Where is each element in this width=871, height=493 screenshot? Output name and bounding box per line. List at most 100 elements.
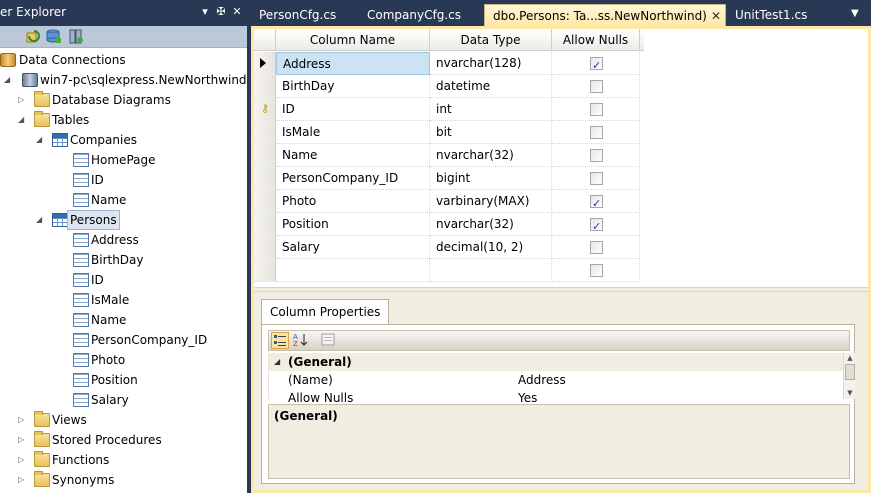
expand-icon[interactable]: ▷ bbox=[18, 410, 28, 430]
collapse-icon[interactable]: ◢ bbox=[36, 130, 46, 150]
allow-nulls-checkbox[interactable] bbox=[590, 149, 603, 162]
property-category-general[interactable]: ◢ (General) bbox=[269, 353, 844, 371]
folder-icon bbox=[34, 431, 50, 447]
allow-nulls-cell bbox=[552, 144, 640, 167]
data-type-cell[interactable]: nvarchar(128) bbox=[430, 52, 552, 75]
column-icon bbox=[73, 353, 89, 367]
close-tab-icon[interactable]: ✕ bbox=[711, 5, 721, 27]
tree-node-label: Position bbox=[91, 373, 138, 387]
categorized-icon[interactable] bbox=[271, 332, 289, 349]
column-properties-tab[interactable]: Column Properties bbox=[261, 299, 390, 325]
data-type-cell[interactable]: varbinary(MAX) bbox=[430, 190, 552, 213]
allow-nulls-checkbox[interactable] bbox=[590, 241, 603, 254]
close-panel-icon[interactable]: ✕ bbox=[230, 4, 244, 20]
grid-row[interactable]: BirthDay datetime bbox=[254, 75, 644, 98]
column-name-cell[interactable]: Salary bbox=[276, 236, 430, 259]
data-type-cell[interactable] bbox=[430, 259, 552, 282]
row-selector[interactable] bbox=[254, 259, 276, 282]
tree-node-label: Database Diagrams bbox=[52, 93, 171, 107]
tree-node-label: Salary bbox=[91, 393, 129, 407]
table-icon bbox=[52, 133, 68, 147]
data-type-cell[interactable]: int bbox=[430, 98, 552, 121]
data-type-cell[interactable]: bit bbox=[430, 121, 552, 144]
column-name-cell[interactable]: Name bbox=[276, 144, 430, 167]
auto-hide-pin-icon[interactable]: ✠ bbox=[214, 4, 228, 20]
expand-icon[interactable]: ▷ bbox=[18, 430, 28, 450]
refresh-icon[interactable] bbox=[26, 29, 42, 44]
row-selector[interactable] bbox=[254, 213, 276, 236]
grid-row[interactable]: Name nvarchar(32) bbox=[254, 144, 644, 167]
alphabetical-icon[interactable]: AZ bbox=[291, 332, 309, 349]
property-row-name[interactable]: (Name) Address bbox=[269, 371, 844, 389]
row-selector[interactable] bbox=[254, 144, 276, 167]
allow-nulls-checkbox[interactable] bbox=[590, 264, 603, 277]
grid-row[interactable] bbox=[254, 259, 644, 282]
collapse-category-icon[interactable]: ◢ bbox=[274, 353, 280, 371]
row-selector[interactable] bbox=[254, 190, 276, 213]
expand-icon[interactable]: ▷ bbox=[18, 450, 28, 470]
column-name-cell[interactable]: BirthDay bbox=[276, 75, 430, 98]
data-type-cell[interactable]: decimal(10, 2) bbox=[430, 236, 552, 259]
connect-to-database-icon[interactable] bbox=[46, 29, 62, 44]
column-name-cell[interactable] bbox=[276, 259, 430, 282]
collapse-icon[interactable]: ◢ bbox=[4, 70, 14, 90]
allow-nulls-cell bbox=[552, 98, 640, 121]
scroll-thumb[interactable] bbox=[845, 364, 855, 380]
grid-row[interactable]: Salary decimal(10, 2) bbox=[254, 236, 644, 259]
grid-row[interactable]: PersonCompany_ID bigint bbox=[254, 167, 644, 190]
allow-nulls-checkbox[interactable] bbox=[590, 80, 603, 93]
tab-dbo-persons[interactable]: dbo.Persons: Ta...ss.NewNorthwind) ✕ bbox=[484, 4, 726, 26]
allow-nulls-checkbox[interactable] bbox=[590, 55, 603, 74]
property-grid-toolbar: AZ bbox=[268, 330, 850, 351]
scroll-down-icon[interactable]: ▼ bbox=[845, 388, 855, 398]
expand-icon[interactable]: ▷ bbox=[18, 470, 28, 490]
column-name-cell[interactable]: Address bbox=[276, 52, 430, 75]
expand-icon[interactable]: ▷ bbox=[18, 90, 28, 110]
data-type-cell[interactable]: nvarchar(32) bbox=[430, 213, 552, 236]
server-explorer-titlebar: er Explorer ▾ ✠ ✕ bbox=[0, 0, 247, 26]
grid-row[interactable]: IsMale bit bbox=[254, 121, 644, 144]
allow-nulls-checkbox[interactable] bbox=[590, 193, 603, 212]
scroll-up-icon[interactable]: ▲ bbox=[845, 353, 855, 363]
collapse-icon[interactable]: ◢ bbox=[18, 110, 28, 130]
tab-unittest1[interactable]: UnitTest1.cs bbox=[727, 4, 837, 26]
column-name-cell[interactable]: Position bbox=[276, 213, 430, 236]
allow-nulls-checkbox[interactable] bbox=[590, 126, 603, 139]
data-type-cell[interactable]: nvarchar(32) bbox=[430, 144, 552, 167]
collapse-icon[interactable]: ◢ bbox=[36, 210, 46, 230]
row-selector[interactable] bbox=[254, 121, 276, 144]
row-selector[interactable] bbox=[254, 52, 276, 75]
window-position-dropdown-icon[interactable]: ▾ bbox=[198, 4, 212, 20]
tab-companycfg[interactable]: CompanyCfg.cs bbox=[359, 4, 483, 26]
tab-personcfg[interactable]: PersonCfg.cs bbox=[251, 4, 359, 26]
active-files-dropdown-icon[interactable]: ▼ bbox=[851, 8, 859, 19]
column-name-cell[interactable]: ID bbox=[276, 98, 430, 121]
row-selector[interactable] bbox=[254, 167, 276, 190]
row-selector[interactable] bbox=[254, 75, 276, 98]
tree-node-label: ID bbox=[91, 173, 104, 187]
tree-node-label: Photo bbox=[91, 353, 126, 367]
column-name-cell[interactable]: Photo bbox=[276, 190, 430, 213]
property-grid-scrollbar[interactable]: ▲ ▼ bbox=[843, 353, 855, 399]
row-selector[interactable] bbox=[254, 236, 276, 259]
column-name-cell[interactable]: PersonCompany_ID bbox=[276, 167, 430, 190]
grid-row[interactable]: Position nvarchar(32) bbox=[254, 213, 644, 236]
grid-row[interactable]: Address nvarchar(128) bbox=[254, 52, 644, 75]
column-name-cell[interactable]: IsMale bbox=[276, 121, 430, 144]
row-selector-header bbox=[254, 29, 276, 51]
allow-nulls-checkbox[interactable] bbox=[590, 216, 603, 235]
grid-row[interactable]: Photo varbinary(MAX) bbox=[254, 190, 644, 213]
allow-nulls-checkbox[interactable] bbox=[590, 103, 603, 116]
property-pages-icon[interactable] bbox=[319, 332, 337, 349]
tab-label: CompanyCfg.cs bbox=[367, 8, 461, 22]
property-name: (Name) bbox=[288, 373, 333, 387]
connect-to-server-icon[interactable] bbox=[68, 29, 84, 44]
folder-icon bbox=[34, 451, 50, 467]
allow-nulls-checkbox[interactable] bbox=[590, 172, 603, 185]
row-selector[interactable]: ⚷ bbox=[254, 98, 276, 121]
data-type-cell[interactable]: bigint bbox=[430, 167, 552, 190]
document-tab-strip: PersonCfg.cs CompanyCfg.cs dbo.Persons: … bbox=[251, 4, 871, 26]
data-type-cell[interactable]: datetime bbox=[430, 75, 552, 98]
property-value[interactable]: Address bbox=[518, 371, 566, 389]
grid-row[interactable]: ⚷ ID int bbox=[254, 98, 644, 121]
